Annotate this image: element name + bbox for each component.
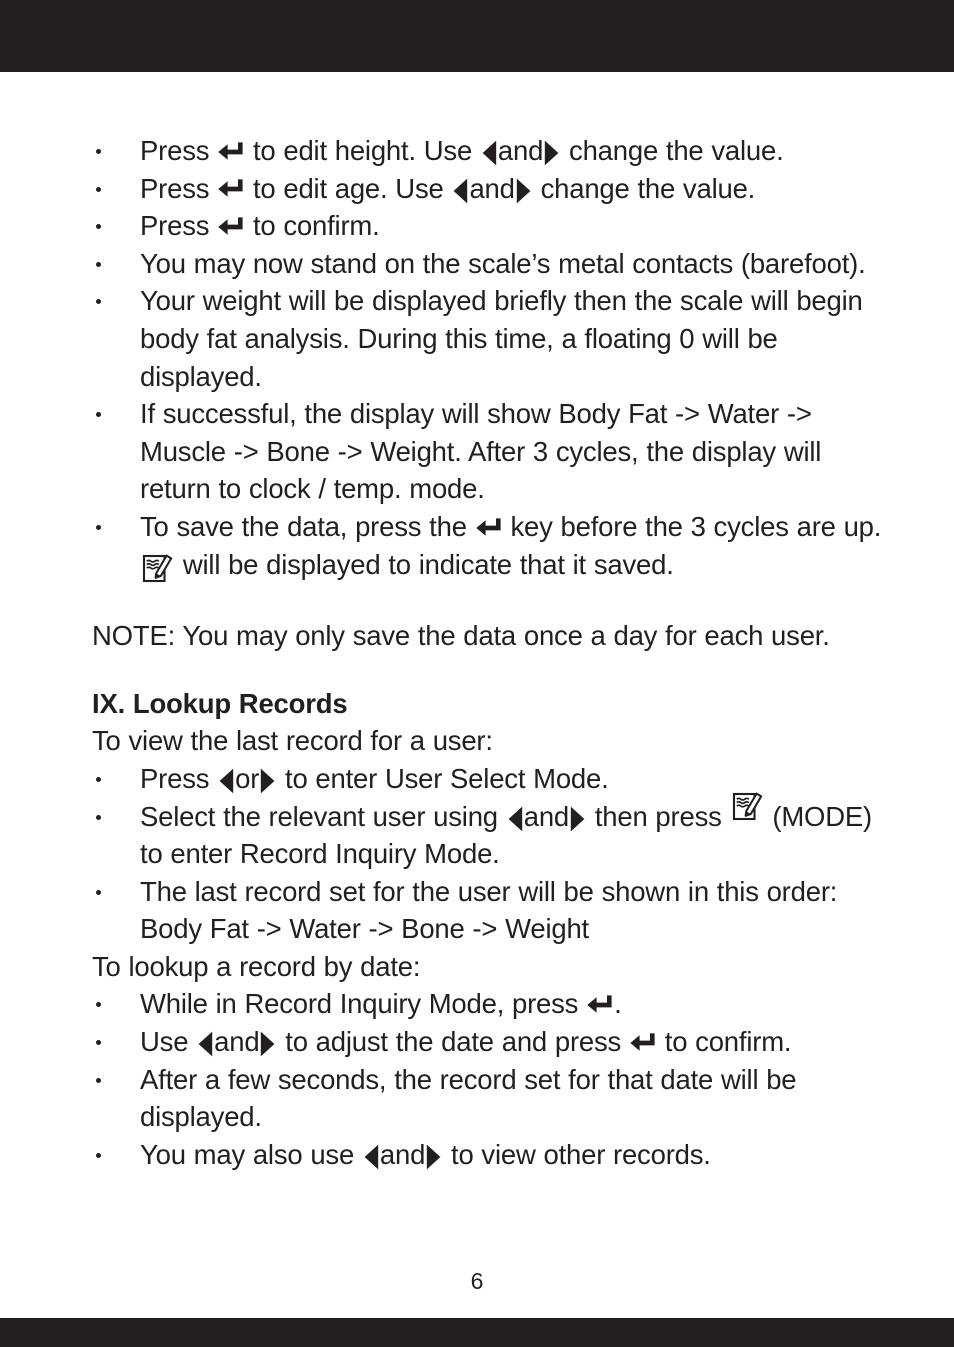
page-content: Press to edit height. Use and change the… [92,132,882,1173]
text-run: or [235,762,260,794]
left-triangle-arrow-icon [198,1031,213,1057]
text-run: The last record set for the user will be… [140,875,838,945]
text-run: will be displayed to indicate that it sa… [175,548,674,580]
text-run: and [523,800,570,832]
bullet-edit-age: Press to edit age. Use and change the va… [92,170,882,208]
bullet-edit-height: Press to edit height. Use and change the… [92,132,882,170]
page-footer-bar [0,1318,954,1347]
bullet-save-data: To save the data, press the key before t… [92,508,882,583]
enter-key-arrow-icon [630,1033,655,1056]
bullet-record-inquiry-mode: Select the relevant user using and then … [92,792,882,873]
text-run: . [614,988,622,1020]
enter-key-arrow-icon [218,142,243,165]
right-triangle-arrow-icon [426,1144,441,1170]
left-triangle-arrow-icon [219,768,234,794]
text-run: Press [140,762,218,794]
text-run: and [214,1026,260,1058]
text-run: Select the relevant user using [140,800,506,832]
text-run: to confirm. [656,1026,792,1058]
text-run: Your weight will be displayed briefly th… [140,285,863,392]
note-text: You may only save the data once a day fo… [175,620,830,652]
page-header-bar [0,0,954,72]
text-run: You may now stand on the scale’s metal c… [140,247,866,279]
note-label: NOTE: [92,620,176,652]
right-triangle-arrow-icon [260,1031,275,1057]
text-run: to view other records. [443,1138,711,1170]
left-triangle-arrow-icon [453,178,468,204]
text-run: and [497,135,544,166]
bullet-press-enter-in-inquiry: While in Record Inquiry Mode, press . [92,985,882,1023]
lookup-intro-view: To view the last record for a user: [92,725,493,757]
text-run: Press [140,135,218,166]
bullet-adjust-date: Use and to adjust the date and press to … [92,1023,882,1061]
text-run: Press [140,210,218,242]
bullet-last-record-order: The last record set for the user will be… [92,873,882,948]
text-run: Use [140,1026,197,1058]
text-run: to adjust the date and press [277,1026,629,1058]
enter-key-arrow-icon [218,179,243,202]
bullet-view-other-records: You may also use and to view other recor… [92,1136,882,1174]
text-run: change the value. [561,135,784,166]
text-run: then press [587,800,730,832]
bullet-user-select-mode: Press or to enter User Select Mode. [92,760,882,798]
left-triangle-arrow-icon [482,140,497,166]
text-run: to confirm. [245,210,380,242]
text-run: Press [140,172,218,204]
section-heading-lookup-records: IX. Lookup Records [92,687,348,719]
enter-key-arrow-icon [218,217,243,240]
lookup-intro-date: To lookup a record by date: [92,950,421,982]
text-run: to edit height. Use [245,135,480,166]
memo-save-icon [732,791,763,822]
view-records-bullet-list: Press or to enter User Select Mode. Selec… [92,760,882,948]
text-run: key before the 3 cycles are up. [502,510,882,542]
right-triangle-arrow-icon [570,806,585,832]
text-run: to enter User Select Mode. [277,762,609,794]
left-triangle-arrow-icon [508,806,523,832]
text-run: You may also use [140,1138,362,1170]
text-run: If successful, the display will show Bod… [140,398,822,505]
bullet-confirm: Press to confirm. [92,207,882,245]
bullet-stand-on-scale: You may now stand on the scale’s metal c… [92,245,882,283]
page-number: 6 [470,1268,484,1294]
bullet-record-shown-after-seconds: After a few seconds, the record set for … [92,1061,882,1136]
text-run: change the value. [532,172,756,204]
left-triangle-arrow-icon [364,1144,379,1170]
text-run: and [469,172,515,204]
memo-save-icon [142,553,173,584]
instruction-bullet-list: Press to edit height. Use and change the… [92,132,882,583]
right-triangle-arrow-icon [260,768,275,794]
enter-key-arrow-icon [587,995,612,1018]
text-run: To save the data, press the [140,510,475,542]
text-run: While in Record Inquiry Mode, press [140,988,587,1020]
text-run: to edit age. Use [245,172,452,204]
bullet-weight-displayed: Your weight will be displayed briefly th… [92,282,882,395]
text-run: After a few seconds, the record set for … [140,1063,797,1133]
right-triangle-arrow-icon [516,178,531,204]
note-paragraph: NOTE: You may only save the data once a … [92,617,882,655]
right-triangle-arrow-icon [544,140,559,166]
date-records-bullet-list: While in Record Inquiry Mode, press . Use… [92,985,882,1173]
text-run: and [379,1138,426,1170]
manual-page: Press to edit height. Use and change the… [0,0,954,1347]
enter-key-arrow-icon [475,518,501,541]
bullet-display-cycle: If successful, the display will show Bod… [92,395,882,508]
